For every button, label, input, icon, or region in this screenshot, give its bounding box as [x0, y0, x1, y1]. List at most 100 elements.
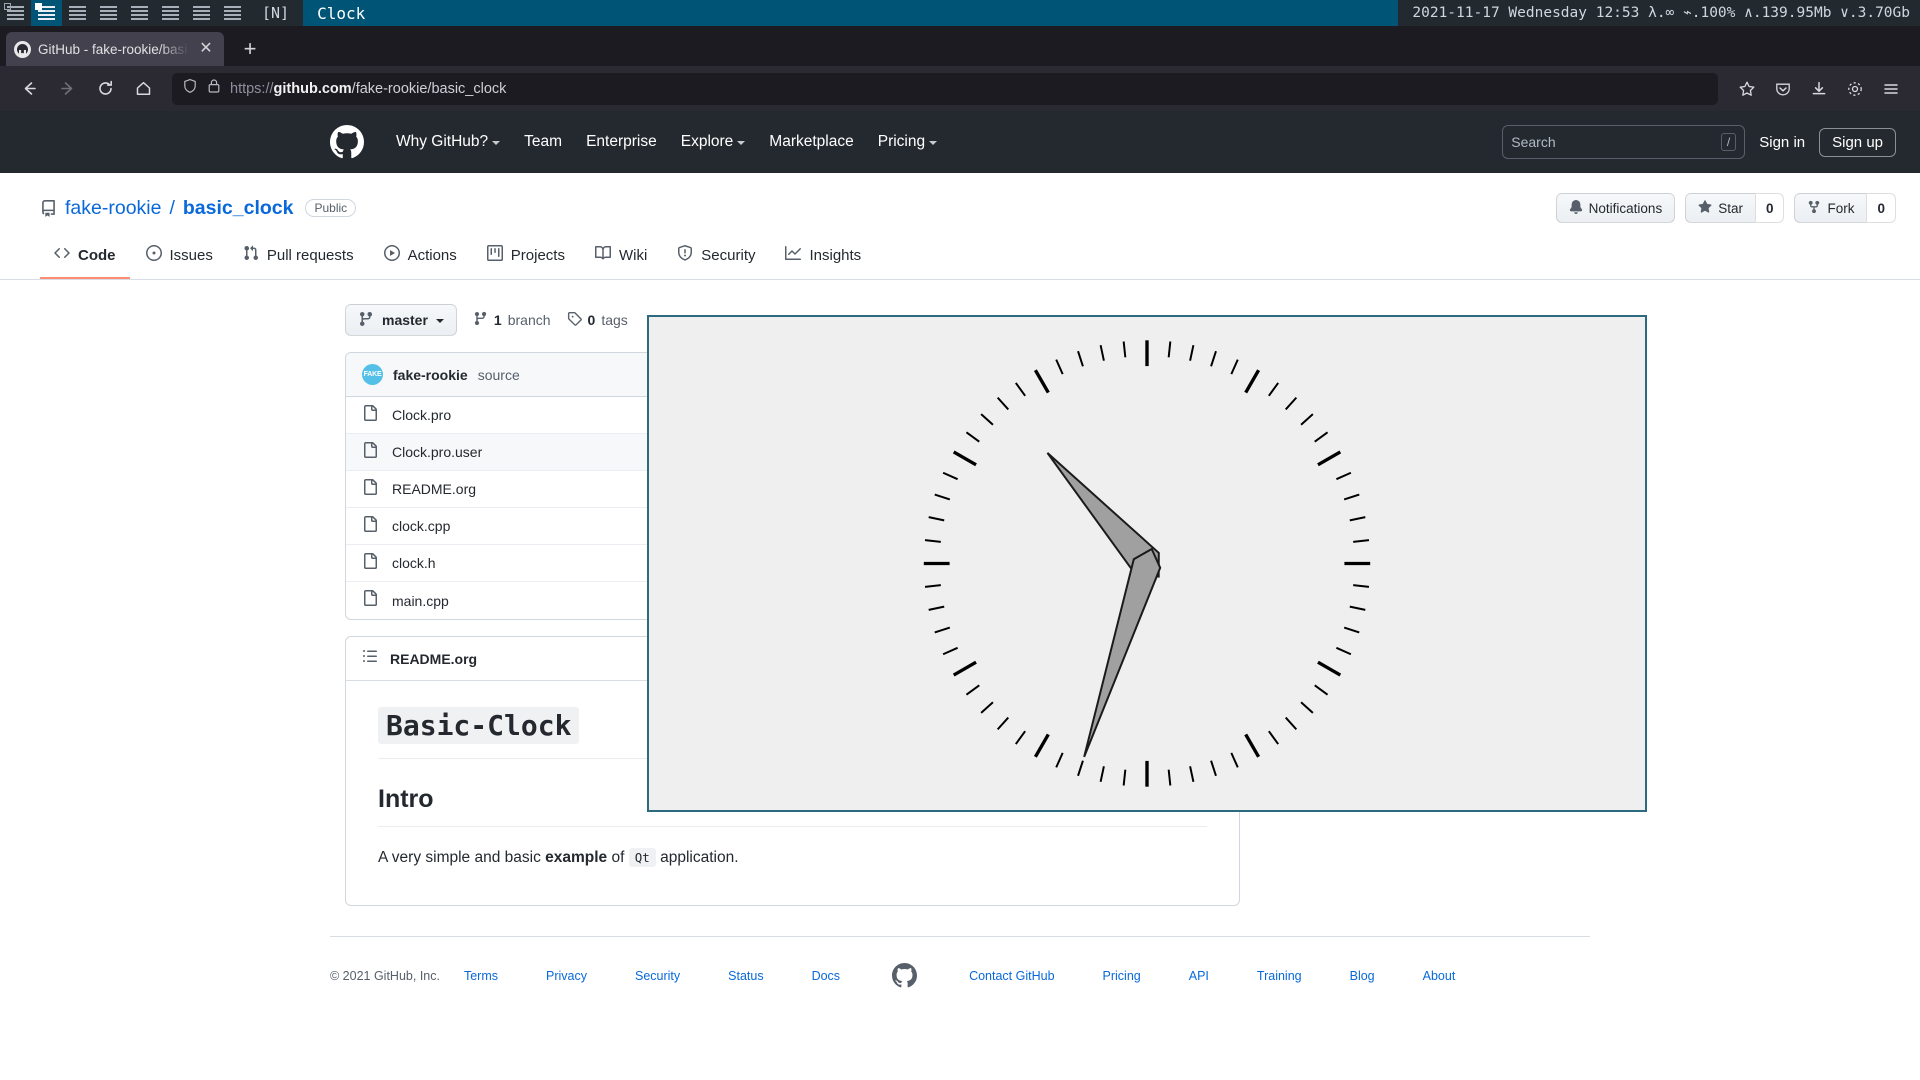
file-name[interactable]: main.cpp	[392, 593, 449, 609]
nav-why-github[interactable]: Why GitHub?	[384, 133, 512, 151]
footer-link-api[interactable]: API	[1165, 969, 1233, 983]
wm-tag-2[interactable]	[31, 0, 62, 26]
file-name[interactable]: Clock.pro.user	[392, 444, 482, 460]
settings-icon[interactable]	[1838, 72, 1872, 106]
play-icon	[383, 245, 400, 265]
clock-hands	[1046, 452, 1162, 758]
tab-code[interactable]: Code	[40, 237, 130, 279]
clock-tick-minor	[1335, 471, 1352, 481]
minute-hand	[1083, 547, 1162, 758]
sign-in-link[interactable]: Sign in	[1759, 134, 1805, 151]
clock-tick-minor	[1230, 359, 1239, 375]
forward-icon[interactable]	[50, 72, 84, 106]
footer-link-docs[interactable]: Docs	[788, 969, 864, 983]
branch-count: 1	[493, 312, 502, 328]
clock-tick-minor	[1077, 760, 1084, 777]
wm-tag-4[interactable]	[93, 0, 124, 26]
clock-application-window[interactable]	[647, 315, 1647, 812]
repo-name-link[interactable]: basic_clock	[183, 197, 294, 220]
footer-link-about[interactable]: About	[1399, 969, 1480, 983]
tab-insights[interactable]: Insights	[771, 237, 875, 279]
sign-up-button[interactable]: Sign up	[1819, 127, 1896, 157]
clock-tick-minor	[942, 646, 959, 656]
file-name[interactable]: clock.cpp	[392, 518, 450, 534]
clock-tick-minor	[1122, 769, 1127, 786]
shield-icon[interactable]	[182, 78, 198, 99]
footer-link-training[interactable]: Training	[1233, 969, 1326, 983]
bookmark-star-icon[interactable]	[1730, 72, 1764, 106]
repo-owner-link[interactable]: fake-rookie	[65, 197, 161, 220]
wm-layout-indicator[interactable]: [N]	[248, 0, 303, 26]
clock-tick-minor	[1349, 516, 1366, 522]
footer-link-blog[interactable]: Blog	[1326, 969, 1399, 983]
nav-pricing[interactable]: Pricing	[866, 133, 949, 151]
file-name[interactable]: Clock.pro	[392, 407, 451, 423]
file-icon	[362, 590, 378, 611]
tab-actions[interactable]: Actions	[370, 237, 471, 279]
repo-action-buttons: Notifications Star 0 Fork 0	[1555, 193, 1896, 223]
copyright: © 2021 GitHub, Inc.	[330, 968, 440, 983]
commit-message[interactable]: source	[478, 367, 520, 383]
avatar[interactable]: FAKE	[362, 364, 383, 385]
file-name[interactable]: clock.h	[392, 555, 436, 571]
clock-tick-minor	[1335, 646, 1352, 656]
clock-tick-minor	[942, 471, 959, 481]
nav-team[interactable]: Team	[512, 133, 574, 151]
clock-tick-minor	[1122, 341, 1127, 358]
browser-tab[interactable]: GitHub - fake-rookie/basic_clock ✕	[6, 32, 224, 66]
wm-tag-3[interactable]	[62, 0, 93, 26]
wm-tag-5[interactable]	[124, 0, 155, 26]
nav-marketplace[interactable]: Marketplace	[757, 133, 865, 151]
github-mark-icon[interactable]	[892, 963, 918, 988]
branch-count-link[interactable]: 1 branch	[473, 311, 551, 329]
clock-tick-major	[1033, 733, 1050, 758]
list-unordered-icon[interactable]	[362, 648, 378, 669]
branch-selector-button[interactable]: master	[345, 304, 457, 336]
star-button[interactable]: Star	[1685, 193, 1755, 223]
wm-tag-8[interactable]	[217, 0, 248, 26]
footer-link-contact-github[interactable]: Contact GitHub	[945, 969, 1078, 983]
nav-enterprise[interactable]: Enterprise	[574, 133, 669, 151]
home-icon[interactable]	[126, 72, 160, 106]
file-name[interactable]: README.org	[392, 481, 476, 497]
nav-label: Explore	[680, 133, 734, 150]
star-icon	[1698, 199, 1712, 217]
footer-link-privacy[interactable]: Privacy	[522, 969, 611, 983]
clock-tick-minor	[1015, 730, 1026, 745]
tag-count-link[interactable]: 0 tags	[567, 311, 628, 329]
close-icon[interactable]: ✕	[196, 39, 216, 59]
back-icon[interactable]	[12, 72, 46, 106]
star-button-group: Star 0	[1685, 193, 1785, 223]
notifications-button[interactable]: Notifications	[1555, 193, 1676, 223]
pocket-icon[interactable]	[1766, 72, 1800, 106]
clock-tick-minor	[1349, 605, 1366, 611]
wm-tag-1[interactable]	[0, 0, 31, 26]
clock-tick-minor	[1189, 766, 1195, 783]
clock-tick-major	[1317, 450, 1342, 467]
wm-tag-7[interactable]	[186, 0, 217, 26]
menu-icon[interactable]	[1874, 72, 1908, 106]
search-placeholder: Search	[1511, 134, 1556, 150]
tab-security[interactable]: Security	[663, 237, 769, 279]
commit-author[interactable]: fake-rookie	[393, 367, 468, 383]
downloads-icon[interactable]	[1802, 72, 1836, 106]
footer-link-terms[interactable]: Terms	[440, 969, 522, 983]
search-input[interactable]: Search /	[1502, 125, 1746, 159]
footer-link-security[interactable]: Security	[611, 969, 704, 983]
url-bar[interactable]: https://github.com/fake-rookie/basic_clo…	[172, 72, 1718, 105]
footer-link-pricing[interactable]: Pricing	[1079, 969, 1165, 983]
tab-pull-requests[interactable]: Pull requests	[229, 237, 368, 279]
tab-projects[interactable]: Projects	[473, 237, 579, 279]
tab-wiki[interactable]: Wiki	[581, 237, 661, 279]
footer-link-status[interactable]: Status	[704, 969, 787, 983]
tab-issues[interactable]: Issues	[132, 237, 227, 279]
new-tab-button[interactable]: +	[234, 33, 266, 65]
window-manager-bar: [N] Clock 2021-11-17 Wednesday 12:53 λ.∞…	[0, 0, 1920, 26]
reload-icon[interactable]	[88, 72, 122, 106]
github-mark-icon[interactable]	[330, 125, 364, 159]
wm-tag-6[interactable]	[155, 0, 186, 26]
fork-button[interactable]: Fork	[1794, 193, 1867, 223]
project-icon	[486, 245, 503, 265]
nav-explore[interactable]: Explore	[669, 133, 758, 151]
nav-label: Why GitHub?	[396, 133, 489, 150]
